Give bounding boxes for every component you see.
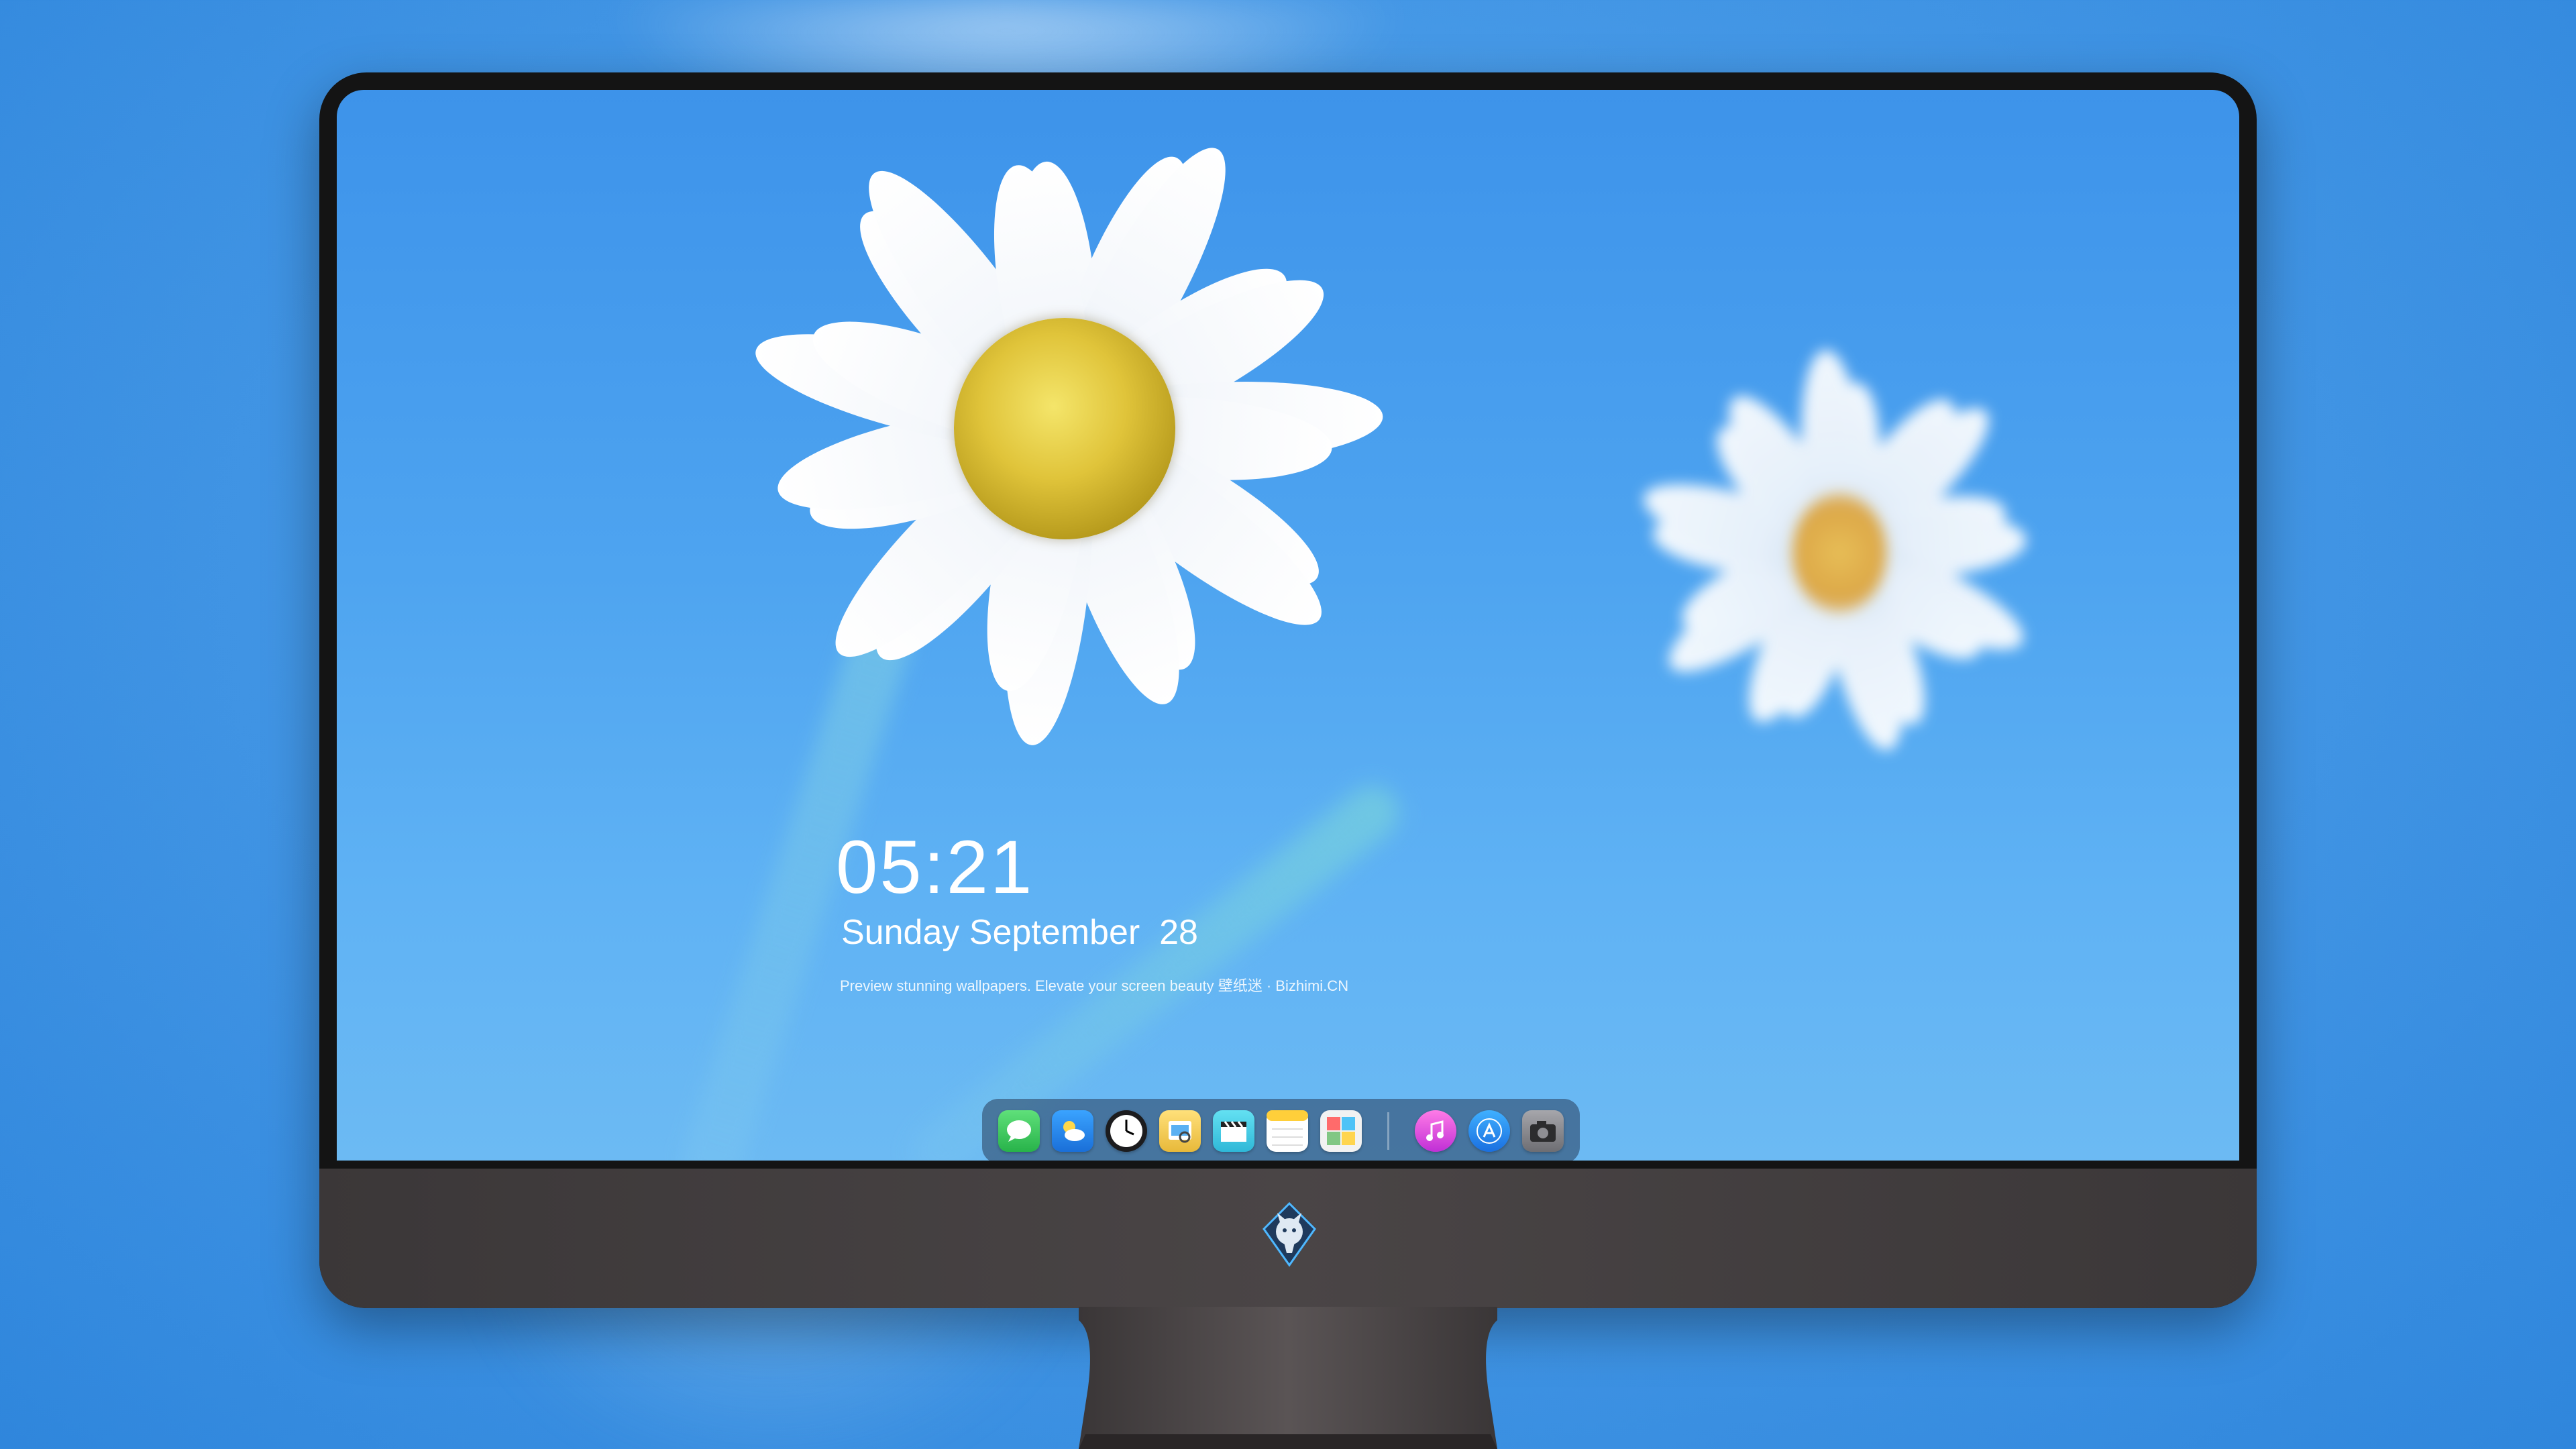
- music-icon[interactable]: [1415, 1110, 1456, 1152]
- monitor-chin: [319, 1169, 2257, 1308]
- clock-icon[interactable]: [1106, 1110, 1147, 1152]
- lock-screen-date: Sunday September 28: [841, 913, 1198, 952]
- dock: [982, 1099, 1580, 1161]
- daisy-center: [954, 318, 1175, 539]
- monitor-stand: [1079, 1307, 1497, 1449]
- notes-icon[interactable]: [1267, 1110, 1308, 1152]
- lock-screen-tagline: Preview stunning wallpapers. Elevate you…: [840, 977, 1349, 994]
- daisy-center-blurred: [1792, 492, 1886, 613]
- app-store-icon[interactable]: [1468, 1110, 1510, 1152]
- clips-icon[interactable]: [1213, 1110, 1254, 1152]
- lock-screen-time: 05:21: [836, 825, 1034, 909]
- messages-icon[interactable]: [998, 1110, 1040, 1152]
- preview-icon[interactable]: [1159, 1110, 1201, 1152]
- dock-separator: [1387, 1112, 1389, 1150]
- photo-booth-icon[interactable]: [1320, 1110, 1362, 1152]
- weather-icon[interactable]: [1052, 1110, 1093, 1152]
- brand-logo-icon: [1263, 1201, 1316, 1267]
- monitor: 05:21 Sunday September 28 Preview stunni…: [319, 72, 2257, 1308]
- camera-icon[interactable]: [1522, 1110, 1564, 1152]
- screen-wallpaper: 05:21 Sunday September 28 Preview stunni…: [337, 90, 2239, 1161]
